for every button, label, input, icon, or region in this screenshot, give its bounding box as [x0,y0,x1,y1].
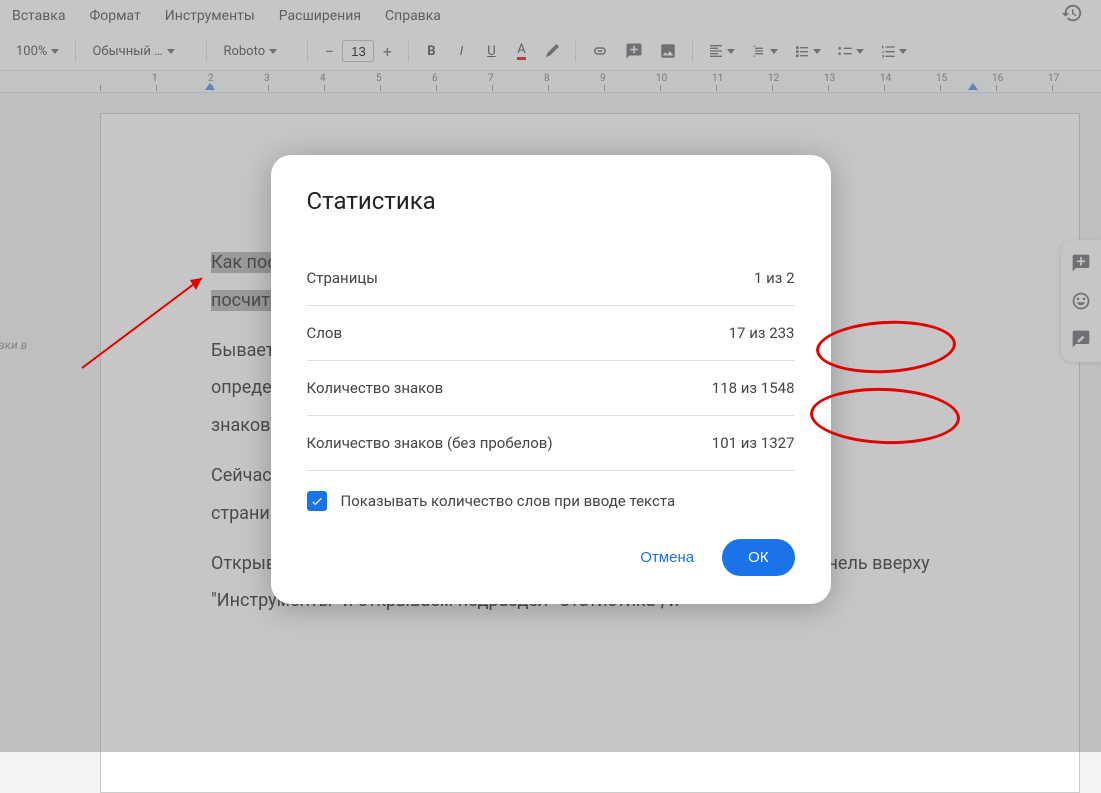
stat-value: 17 из 233 [729,324,795,342]
stat-chars-nospace-row: Количество знаков (без пробелов) 101 из … [307,416,795,471]
ok-button[interactable]: ОК [722,539,794,576]
stat-value: 101 из 1327 [712,434,795,452]
show-wordcount-checkbox[interactable] [307,491,327,511]
stat-value: 1 из 2 [754,269,795,287]
dialog-actions: Отмена ОК [307,539,795,576]
stat-label: Слов [307,324,343,342]
statistics-dialog: Статистика Страницы 1 из 2 Слов 17 из 23… [271,155,831,604]
stat-label: Количество знаков (без пробелов) [307,434,553,452]
stat-pages-row: Страницы 1 из 2 [307,251,795,306]
cancel-button[interactable]: Отмена [630,541,704,574]
stat-value: 118 из 1548 [712,379,795,397]
stat-label: Количество знаков [307,379,444,397]
modal-backdrop: Статистика Страницы 1 из 2 Слов 17 из 23… [0,0,1101,752]
stat-label: Страницы [307,269,378,287]
show-wordcount-option: Показывать количество слов при вводе тек… [307,491,795,511]
dialog-title: Статистика [307,187,795,215]
checkbox-label: Показывать количество слов при вводе тек… [341,492,676,510]
stat-chars-row: Количество знаков 118 из 1548 [307,361,795,416]
stat-words-row: Слов 17 из 233 [307,306,795,361]
